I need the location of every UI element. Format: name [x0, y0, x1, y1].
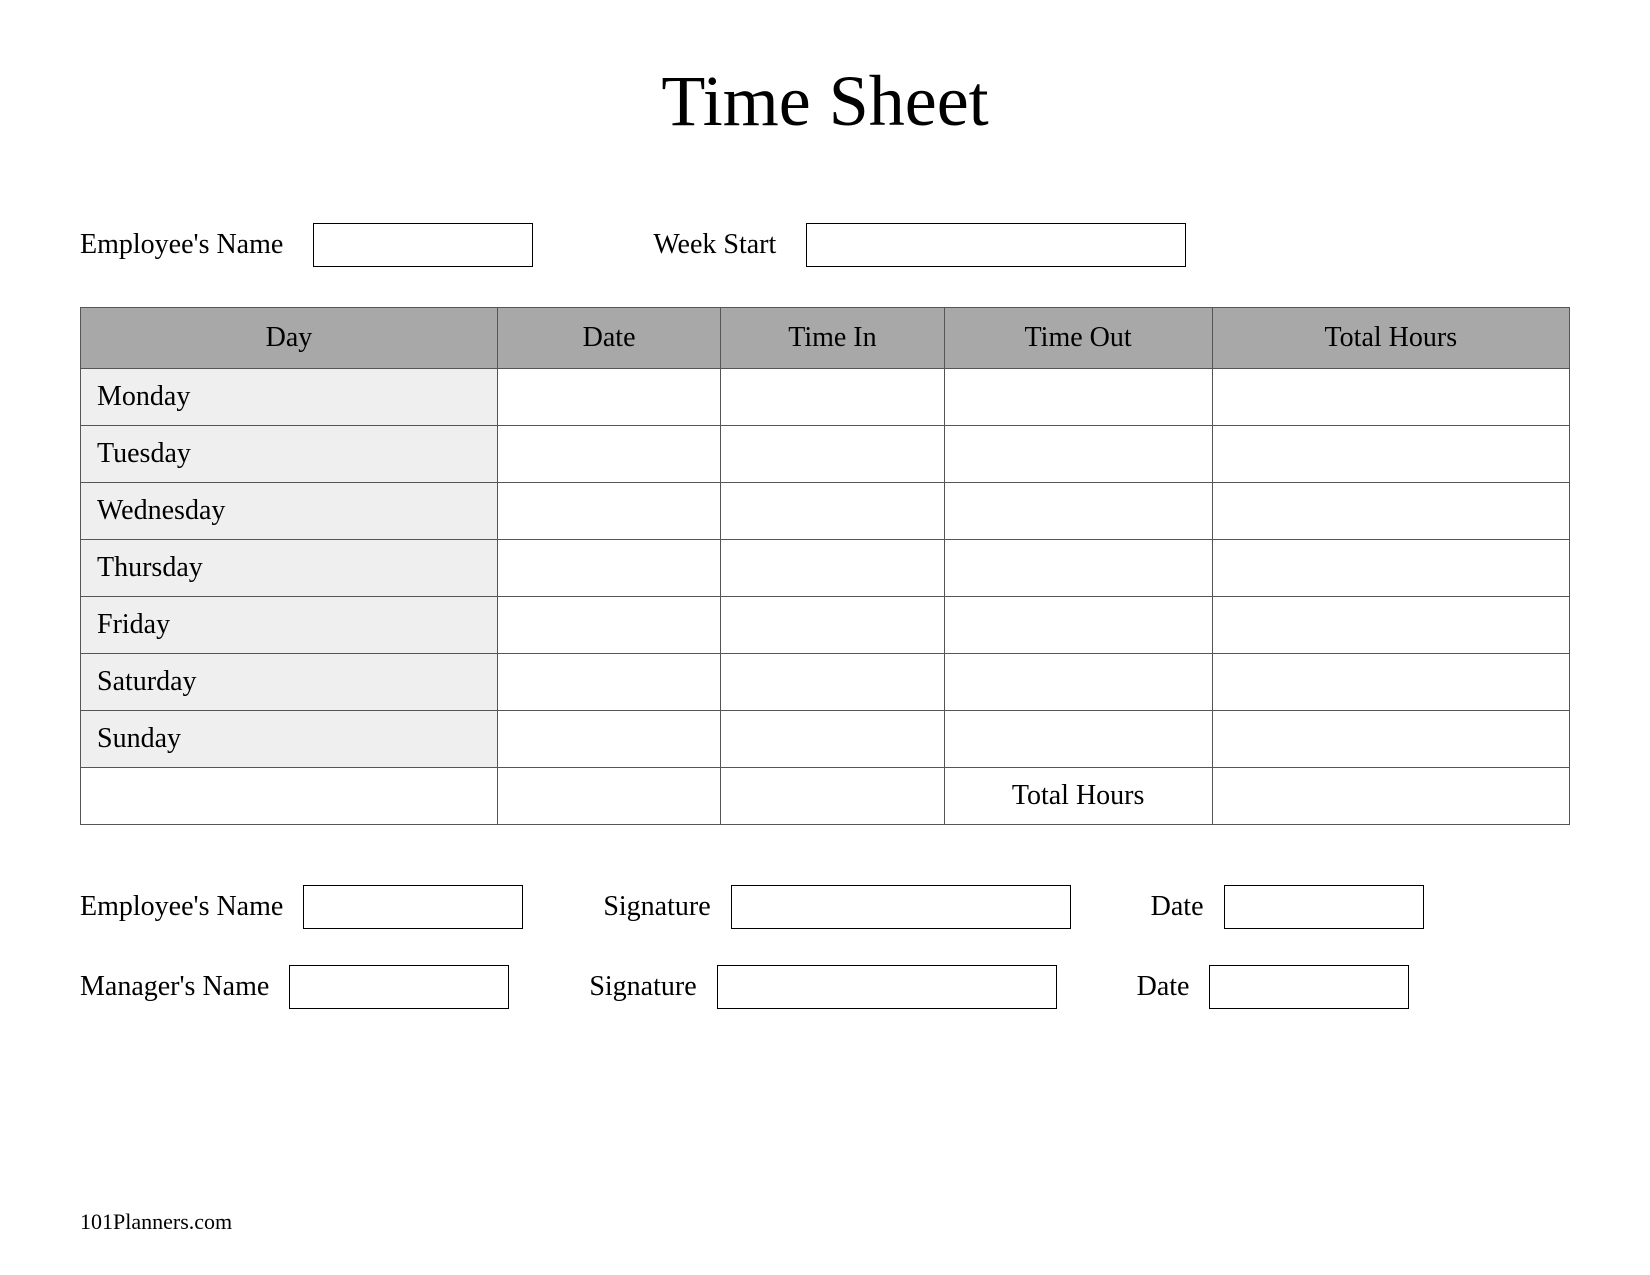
cell-date[interactable]: [497, 597, 720, 654]
week-start-input[interactable]: [806, 223, 1186, 267]
cell-totalhours[interactable]: [1212, 654, 1569, 711]
cell-day: Saturday: [81, 654, 498, 711]
bottom-manager-date-input[interactable]: [1209, 965, 1409, 1009]
cell-date[interactable]: [497, 483, 720, 540]
cell-day: Wednesday: [81, 483, 498, 540]
cell-day: Sunday: [81, 711, 498, 768]
total-hours-value[interactable]: [1212, 768, 1569, 825]
header-day: Day: [81, 308, 498, 369]
header-totalhours: Total Hours: [1212, 308, 1569, 369]
cell-totalhours[interactable]: [1212, 540, 1569, 597]
table-header-row: Day Date Time In Time Out Total Hours: [81, 308, 1570, 369]
cell-timein[interactable]: [721, 369, 944, 426]
top-fields-row: Employee's Name Week Start: [80, 223, 1570, 267]
cell-timeout[interactable]: [944, 540, 1212, 597]
timesheet-table: Day Date Time In Time Out Total Hours Mo…: [80, 307, 1570, 825]
cell-date[interactable]: [497, 654, 720, 711]
bottom-employee-date-input[interactable]: [1224, 885, 1424, 929]
cell-day: Monday: [81, 369, 498, 426]
cell-totalhours[interactable]: [1212, 426, 1569, 483]
table-row: Thursday: [81, 540, 1570, 597]
cell-totalhours[interactable]: [1212, 369, 1569, 426]
total-hours-label: Total Hours: [944, 768, 1212, 825]
cell-timein[interactable]: [721, 711, 944, 768]
bottom-manager-signature-label: Signature: [589, 971, 696, 1003]
cell-day: Friday: [81, 597, 498, 654]
total-hours-row: Total Hours: [81, 768, 1570, 825]
header-date: Date: [497, 308, 720, 369]
cell-totalhours[interactable]: [1212, 597, 1569, 654]
cell-day: Tuesday: [81, 426, 498, 483]
bottom-fields: Employee's Name Signature Date Manager's…: [80, 885, 1570, 1009]
footer-text: 101Planners.com: [80, 1209, 232, 1234]
bottom-employee-signature-label: Signature: [603, 891, 710, 923]
cell-timeout[interactable]: [944, 597, 1212, 654]
cell-timein[interactable]: [721, 654, 944, 711]
page-title: Time Sheet: [80, 60, 1570, 143]
cell-timein[interactable]: [721, 540, 944, 597]
header-timein: Time In: [721, 308, 944, 369]
bottom-employee-name-input[interactable]: [303, 885, 523, 929]
table-row: Tuesday: [81, 426, 1570, 483]
week-start-label: Week Start: [653, 229, 776, 261]
cell-date[interactable]: [497, 369, 720, 426]
total-empty-col-date: [497, 768, 720, 825]
employee-name-label: Employee's Name: [80, 229, 283, 261]
table-row: Monday: [81, 369, 1570, 426]
table-row: Wednesday: [81, 483, 1570, 540]
cell-totalhours[interactable]: [1212, 711, 1569, 768]
table-row: Sunday: [81, 711, 1570, 768]
table-row: Friday: [81, 597, 1570, 654]
header-timeout: Time Out: [944, 308, 1212, 369]
employee-bottom-row: Employee's Name Signature Date: [80, 885, 1570, 929]
bottom-manager-date-label: Date: [1137, 971, 1190, 1003]
bottom-manager-name-input[interactable]: [289, 965, 509, 1009]
table-row: Saturday: [81, 654, 1570, 711]
bottom-employee-date-label: Date: [1151, 891, 1204, 923]
total-empty-col-timein: [721, 768, 944, 825]
manager-bottom-row: Manager's Name Signature Date: [80, 965, 1570, 1009]
footer: 101Planners.com: [80, 1209, 232, 1235]
bottom-employee-signature-input[interactable]: [731, 885, 1071, 929]
cell-timein[interactable]: [721, 483, 944, 540]
cell-timein[interactable]: [721, 426, 944, 483]
cell-totalhours[interactable]: [1212, 483, 1569, 540]
cell-timeout[interactable]: [944, 369, 1212, 426]
bottom-manager-name-label: Manager's Name: [80, 971, 269, 1003]
cell-timeout[interactable]: [944, 711, 1212, 768]
cell-timeout[interactable]: [944, 654, 1212, 711]
cell-date[interactable]: [497, 426, 720, 483]
bottom-manager-signature-input[interactable]: [717, 965, 1057, 1009]
cell-date[interactable]: [497, 540, 720, 597]
total-empty-col-day: [81, 768, 498, 825]
page: Time Sheet Employee's Name Week Start Da…: [0, 0, 1650, 1275]
cell-timeout[interactable]: [944, 426, 1212, 483]
cell-day: Thursday: [81, 540, 498, 597]
bottom-employee-name-label: Employee's Name: [80, 891, 283, 923]
employee-name-input[interactable]: [313, 223, 533, 267]
cell-timein[interactable]: [721, 597, 944, 654]
cell-timeout[interactable]: [944, 483, 1212, 540]
cell-date[interactable]: [497, 711, 720, 768]
